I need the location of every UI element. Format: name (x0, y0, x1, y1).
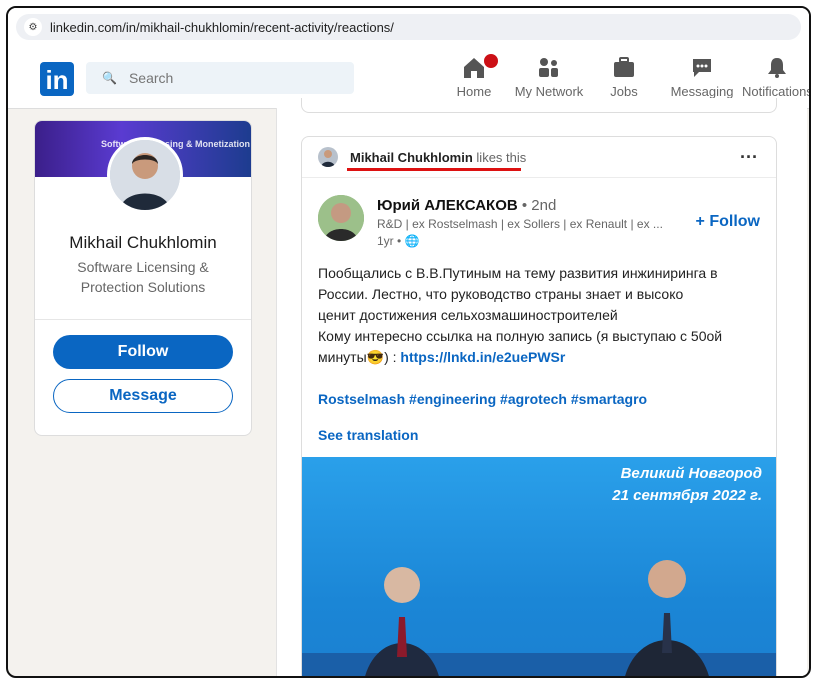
follow-button[interactable]: Follow (53, 335, 233, 369)
nav-my-network[interactable]: My Network (513, 54, 585, 99)
more-options-icon[interactable]: ··· (740, 147, 758, 168)
search-input[interactable] (126, 69, 331, 87)
photo-illustration (302, 560, 776, 676)
nav-messaging-label: Messaging (670, 84, 734, 99)
nav-notifications[interactable]: Notifications (742, 54, 811, 99)
bell-icon (742, 54, 809, 80)
author-avatar[interactable] (318, 195, 364, 241)
nav-jobs-label: Jobs (610, 84, 638, 99)
nav-home-label: Home (456, 84, 492, 99)
author-name-text[interactable]: Юрий АЛЕКСАКОВ (377, 197, 518, 214)
actor-avatar[interactable] (318, 147, 338, 167)
activity-feed: Mikhail Chukhlomin likes this ··· Юрий А… (276, 98, 807, 676)
url-text[interactable]: linkedin.com/in/mikhail-chukhlomin/recen… (50, 20, 394, 35)
briefcase-icon (608, 54, 640, 80)
messaging-icon (670, 54, 734, 80)
post-text-line: ценит достижения сельхозмашиностроителей (318, 307, 618, 323)
nav-notifications-label: Notifications (742, 84, 811, 99)
feed-post: Mikhail Chukhlomin likes this ··· Юрий А… (301, 136, 777, 676)
search-box[interactable]: 🔍 (86, 62, 354, 94)
post-context-bar: Mikhail Chukhlomin likes this ··· (302, 137, 776, 178)
post-text-line: России. Лестно, что руководство страны з… (318, 286, 684, 302)
home-icon (454, 52, 500, 80)
author-headline: R&D | ex Rostselmash | ex Sollers | ex R… (377, 217, 663, 231)
post-text: Пообщались с В.В.Путиным на тему развити… (318, 263, 758, 368)
network-icon (513, 54, 585, 80)
post-link[interactable]: https://lnkd.in/e2uePWSr (400, 349, 565, 365)
profile-name[interactable]: Mikhail Chukhlomin (35, 233, 251, 253)
url-field[interactable]: ⚙ linkedin.com/in/mikhail-chukhlomin/rec… (16, 14, 801, 40)
actor-action: likes this (476, 150, 527, 165)
notification-badge (482, 52, 500, 70)
profile-card: Software Licensing & Monetization Mikhai… (34, 120, 252, 436)
profile-headline: Software Licensing & Protection Solution… (77, 259, 209, 295)
post-text-line: Кому интересно ссылка на полную запись (… (318, 328, 723, 344)
site-settings-icon[interactable]: ⚙ (24, 18, 42, 36)
previous-post-card (301, 98, 777, 113)
author-name[interactable]: Юрий АЛЕКСАКОВ • 2nd (377, 197, 556, 214)
avatar[interactable] (107, 137, 183, 213)
post-hashtags[interactable]: Rostselmash #engineering #agrotech #smar… (318, 391, 647, 407)
nav-my-network-label: My Network (514, 84, 584, 99)
globe-icon: 🌐 (404, 234, 420, 248)
nav-home[interactable]: Home (454, 52, 500, 99)
post-context-text: Mikhail Chukhlomin likes this (350, 150, 526, 165)
linkedin-logo[interactable]: in (40, 62, 74, 96)
nav-messaging[interactable]: Messaging (670, 54, 734, 99)
message-button[interactable]: Message (53, 379, 233, 413)
nav-jobs[interactable]: Jobs (608, 54, 640, 99)
actor-name[interactable]: Mikhail Chukhlomin (350, 150, 473, 165)
post-text-line: минуты😎) : https://lnkd.in/e2uePWSr (318, 347, 758, 368)
address-bar: ⚙ linkedin.com/in/mikhail-chukhlomin/rec… (8, 8, 809, 46)
connection-degree: • 2nd (521, 197, 557, 214)
see-translation-link[interactable]: See translation (318, 427, 418, 443)
post-time: 1yr • 🌐 (377, 234, 420, 248)
divider (35, 319, 251, 320)
post-follow-button[interactable]: + Follow (696, 213, 760, 231)
post-image[interactable]: Великий Новгород 21 сентября 2022 г. (302, 457, 776, 676)
post-text-line: Пообщались с В.В.Путиным на тему развити… (318, 265, 718, 281)
browser-frame: ⚙ linkedin.com/in/mikhail-chukhlomin/rec… (6, 6, 811, 678)
post-text-last: минуты😎) : (318, 349, 401, 365)
search-icon: 🔍 (102, 71, 117, 85)
post-time-text: 1yr • (377, 234, 402, 248)
annotation-underline (347, 168, 521, 171)
